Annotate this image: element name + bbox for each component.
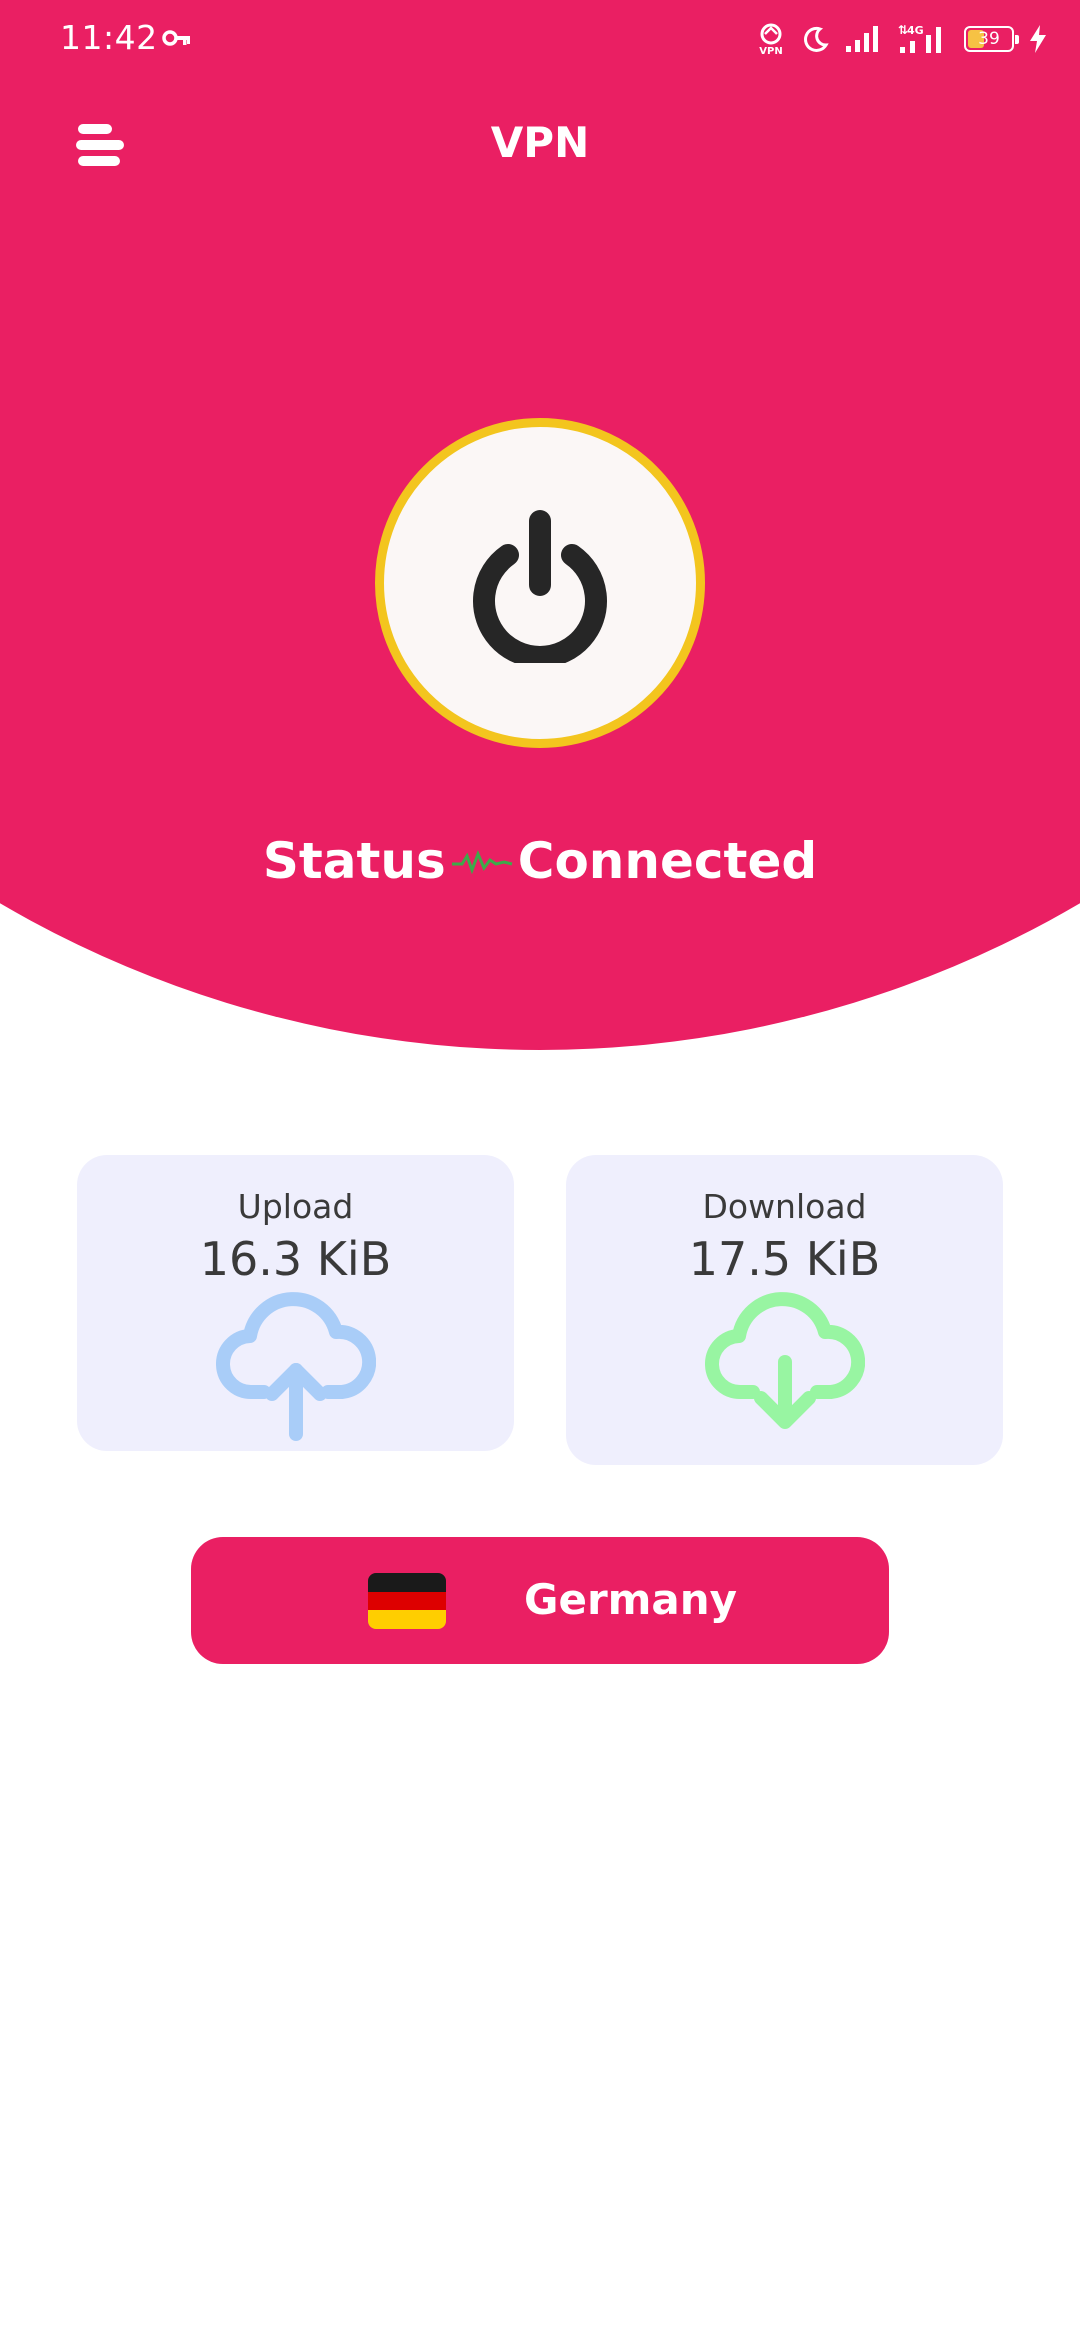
upload-card: Upload 16.3 KiB <box>77 1155 514 1451</box>
server-country-name: Germany <box>524 1575 738 1624</box>
status-bar: 11:42 VPN ⇅ 4G 39 <box>0 0 1080 80</box>
status-time: 11:42 <box>60 18 158 57</box>
connection-status: Status Connected <box>0 832 1080 890</box>
cloud-upload-icon <box>215 1292 376 1441</box>
pulse-icon <box>451 849 513 875</box>
moon-icon <box>802 25 830 53</box>
status-label: Status <box>262 832 446 890</box>
charging-icon <box>1028 24 1048 54</box>
page-title: VPN <box>490 118 590 167</box>
cloud-download-icon <box>704 1292 865 1429</box>
signal-icon <box>844 24 882 54</box>
upload-label: Upload <box>237 1187 354 1226</box>
network-label: 4G <box>907 24 924 37</box>
download-label: Download <box>702 1187 867 1226</box>
download-value: 17.5 KiB <box>688 1232 881 1286</box>
vpn-key-icon <box>162 28 192 52</box>
germany-flag-icon <box>368 1573 446 1629</box>
vpn-screen: 11:42 VPN ⇅ 4G 39 VPN Status Connected U… <box>0 0 1080 2340</box>
status-value: Connected <box>517 832 818 890</box>
battery-icon: 39 <box>964 26 1019 52</box>
4g-signal-icon: ⇅ 4G <box>896 23 950 55</box>
power-icon <box>473 510 607 663</box>
svg-text:VPN: VPN <box>759 46 782 56</box>
vpn-status-icon: VPN <box>754 22 788 56</box>
battery-level: 39 <box>978 29 1000 49</box>
download-card: Download 17.5 KiB <box>566 1155 1003 1465</box>
server-select-button[interactable]: Germany <box>191 1537 889 1664</box>
status-icons: VPN ⇅ 4G 39 <box>754 22 1048 56</box>
connect-power-button[interactable] <box>375 418 705 748</box>
upload-value: 16.3 KiB <box>199 1232 392 1286</box>
